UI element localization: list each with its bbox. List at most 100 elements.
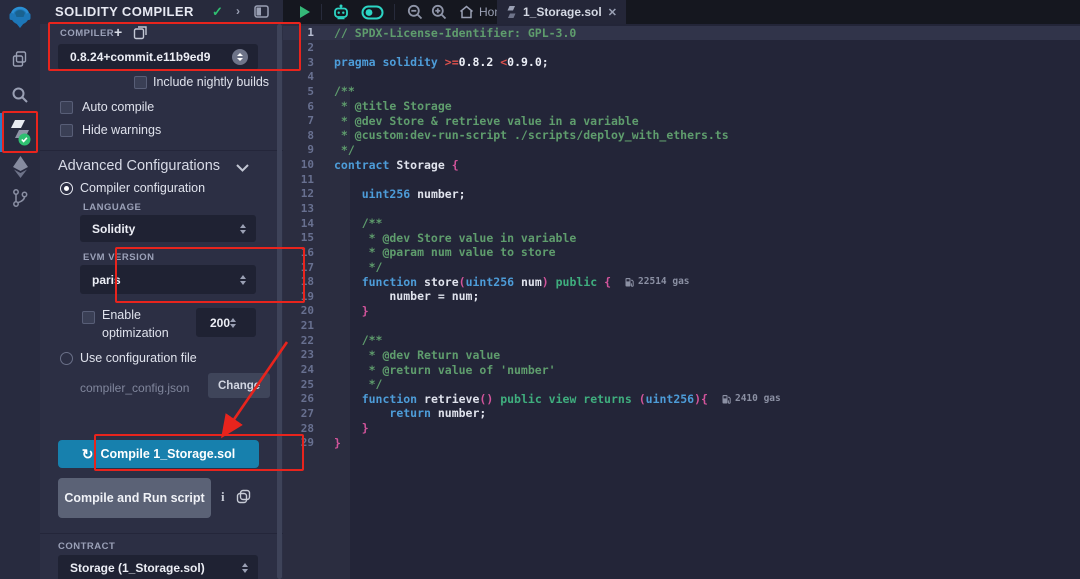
code-line[interactable]: 5/** (283, 84, 1080, 99)
code-line[interactable]: 16 * @param num value to store (283, 245, 1080, 260)
add-compiler-icon[interactable]: + (114, 24, 122, 40)
code-line[interactable]: 14 /** (283, 216, 1080, 231)
solidity-compiler-icon[interactable] (0, 114, 40, 150)
advanced-configurations-title[interactable]: Advanced Configurations (58, 158, 220, 174)
line-number[interactable]: 13 (283, 202, 332, 215)
code-line[interactable]: 12 uint256 number; (283, 187, 1080, 202)
compiler-config-radio[interactable] (60, 182, 73, 195)
close-tab-icon[interactable]: ✕ (608, 6, 617, 19)
play-icon[interactable] (295, 6, 315, 18)
line-number[interactable]: 8 (283, 129, 332, 142)
code-line[interactable]: 29} (283, 435, 1080, 450)
compile-and-run-button[interactable]: Compile and Run script (58, 478, 211, 518)
line-number[interactable]: 11 (283, 173, 332, 186)
line-number[interactable]: 20 (283, 304, 332, 317)
line-number[interactable]: 17 (283, 261, 332, 274)
hide-warnings-checkbox[interactable] (60, 124, 73, 137)
line-number[interactable]: 29 (283, 436, 332, 449)
code-line[interactable]: 26 function retrieve() public view retur… (283, 392, 1080, 407)
split-panel-icon[interactable] (254, 5, 270, 19)
file-explorer-icon[interactable] (0, 48, 40, 70)
code-line[interactable]: 3pragma solidity >=0.8.2 <0.9.0; (283, 55, 1080, 70)
code-line[interactable]: 18 function store(uint256 num) public {2… (283, 274, 1080, 289)
line-number[interactable]: 16 (283, 246, 332, 259)
line-number[interactable]: 24 (283, 363, 332, 376)
contract-select[interactable]: Storage (1_Storage.sol) (58, 555, 258, 579)
line-number[interactable]: 28 (283, 422, 332, 435)
code-text: /** (334, 333, 382, 347)
line-number[interactable]: 4 (283, 70, 332, 83)
line-number[interactable]: 7 (283, 114, 332, 127)
code-text: * @dev Store value in variable (334, 231, 576, 245)
code-line[interactable]: 2 (283, 40, 1080, 55)
evm-version-select[interactable]: paris (80, 265, 256, 294)
line-number[interactable]: 9 (283, 143, 332, 156)
use-config-file-radio[interactable] (60, 352, 73, 365)
line-number[interactable]: 23 (283, 348, 332, 361)
line-number[interactable]: 12 (283, 187, 332, 200)
line-number[interactable]: 3 (283, 56, 332, 69)
code-line[interactable]: 19 number = num; (283, 289, 1080, 304)
code-line[interactable]: 7 * @dev Store & retrieve value in a var… (283, 113, 1080, 128)
line-number[interactable]: 25 (283, 378, 332, 391)
line-number[interactable]: 5 (283, 85, 332, 98)
language-select[interactable]: Solidity (80, 215, 256, 242)
code-line[interactable]: 25 */ (283, 377, 1080, 392)
code-line[interactable]: 13 (283, 201, 1080, 216)
auto-compile-checkbox[interactable] (60, 101, 73, 114)
git-icon[interactable] (0, 186, 40, 210)
line-number[interactable]: 1 (283, 26, 332, 39)
code-line[interactable]: 21 (283, 318, 1080, 333)
nightly-builds-label: Include nightly builds (153, 75, 269, 89)
code-line[interactable]: 10contract Storage { (283, 157, 1080, 172)
line-number[interactable]: 15 (283, 231, 332, 244)
tab-1-storage-sol[interactable]: 1_Storage.sol ✕ (497, 0, 626, 24)
line-number[interactable]: 19 (283, 290, 332, 303)
code-line[interactable]: 15 * @dev Store value in variable (283, 230, 1080, 245)
code-line[interactable]: 22 /** (283, 333, 1080, 348)
code-line[interactable]: 9 */ (283, 143, 1080, 158)
chevron-right-icon[interactable]: › (236, 4, 240, 18)
line-number[interactable]: 26 (283, 392, 332, 405)
deploy-run-icon[interactable] (0, 154, 40, 180)
line-number[interactable]: 14 (283, 217, 332, 230)
reload-compiler-icon[interactable] (133, 26, 148, 40)
optimization-runs-input[interactable]: 200 (196, 308, 256, 337)
code-editor[interactable]: 1// SPDX-License-Identifier: GPL-3.023pr… (283, 24, 1080, 579)
line-number[interactable]: 27 (283, 407, 332, 420)
language-label: LANGUAGE (83, 202, 141, 213)
nightly-builds-checkbox[interactable] (134, 76, 147, 89)
zoom-in-icon[interactable] (429, 4, 449, 20)
ai-assistant-icon[interactable] (330, 4, 352, 20)
code-line[interactable]: 8 * @custom:dev-run-script ./scripts/dep… (283, 128, 1080, 143)
code-line[interactable]: 11 (283, 172, 1080, 187)
line-number[interactable]: 22 (283, 334, 332, 347)
remix-logo[interactable] (0, 4, 40, 32)
code-text: } (334, 304, 369, 318)
change-config-button[interactable]: Change (208, 373, 270, 398)
compiler-version-select[interactable]: 0.8.24+commit.e11b9ed9 (58, 44, 258, 70)
line-number[interactable]: 18 (283, 275, 332, 288)
line-number[interactable]: 10 (283, 158, 332, 171)
code-line[interactable]: 27 return number; (283, 406, 1080, 421)
chevron-down-icon[interactable] (236, 164, 249, 172)
code-line[interactable]: 24 * @return value of 'number' (283, 362, 1080, 377)
copy-icon[interactable] (236, 489, 251, 504)
code-line[interactable]: 23 * @dev Return value (283, 348, 1080, 363)
line-number[interactable]: 21 (283, 319, 332, 332)
compile-button[interactable]: ↻ Compile 1_Storage.sol (58, 440, 259, 468)
panel-scrollbar[interactable] (277, 24, 282, 579)
code-line[interactable]: 20 } (283, 304, 1080, 319)
zoom-out-icon[interactable] (405, 4, 425, 20)
info-icon[interactable]: i (221, 489, 225, 505)
line-number[interactable]: 2 (283, 41, 332, 54)
code-line[interactable]: 28 } (283, 421, 1080, 436)
code-line[interactable]: 1// SPDX-License-Identifier: GPL-3.0 (283, 26, 1080, 41)
code-line[interactable]: 6 * @title Storage (283, 99, 1080, 114)
search-icon[interactable] (0, 84, 40, 106)
code-line[interactable]: 4 (283, 69, 1080, 84)
enable-optimization-checkbox[interactable] (82, 311, 95, 324)
line-number[interactable]: 6 (283, 100, 332, 113)
toggle-icon[interactable] (359, 5, 385, 20)
code-line[interactable]: 17 */ (283, 260, 1080, 275)
